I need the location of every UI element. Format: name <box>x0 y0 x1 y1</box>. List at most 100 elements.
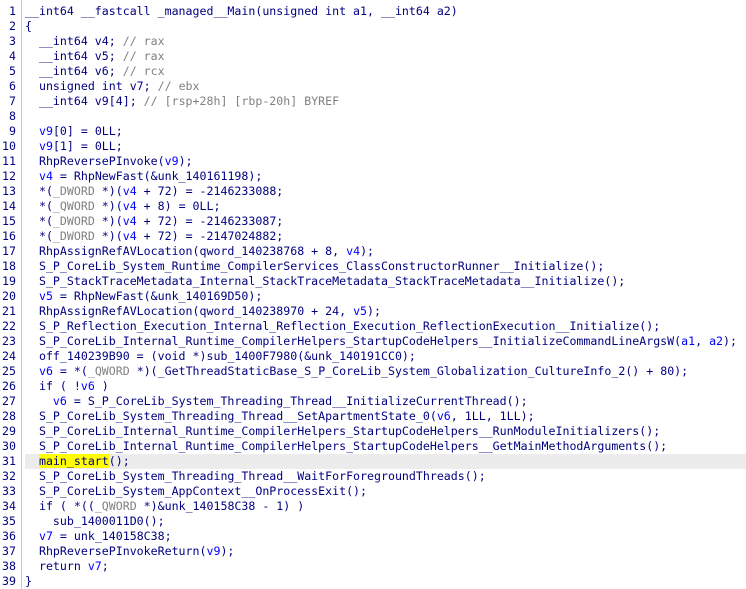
code-line[interactable]: 33 S_P_CoreLib_System_AppContext__OnProc… <box>0 484 746 499</box>
code-text[interactable]: *(_DWORD *)(v4 + 72) = -2146233087; <box>25 214 746 229</box>
code-line[interactable]: 25 v6 = *(_QWORD *)(_GetThreadStaticBase… <box>0 364 746 379</box>
code-token[interactable]: v9 <box>165 154 179 168</box>
code-line[interactable]: 39} <box>0 574 746 589</box>
code-line[interactable]: 36 v7 = unk_140158C38; <box>0 529 746 544</box>
code-line[interactable]: 21 RhpAssignRefAVLocation(qword_14023897… <box>0 304 746 319</box>
code-text[interactable]: S_P_CoreLib_Internal_Runtime_CompilerHel… <box>25 424 746 439</box>
code-token[interactable]: v7 <box>88 559 102 573</box>
code-text[interactable]: RhpReversePInvoke(v9); <box>25 154 746 169</box>
code-line[interactable]: 38 return v7; <box>0 559 746 574</box>
code-line[interactable]: 1 __int64 __fastcall _managed__Main(unsig… <box>0 4 746 19</box>
code-token[interactable]: v9 <box>206 544 220 558</box>
code-line[interactable]: 18 S_P_CoreLib_System_Runtime_CompilerSe… <box>0 259 746 274</box>
code-text[interactable]: v9[0] = 0LL; <box>25 124 746 139</box>
code-line[interactable]: 19 S_P_StackTraceMetadata_Internal_Stack… <box>0 274 746 289</box>
code-token[interactable]: v6 <box>53 394 67 408</box>
code-text[interactable]: S_P_CoreLib_System_AppContext__OnProcess… <box>25 484 746 499</box>
code-line[interactable]: 32 S_P_CoreLib_System_Threading_Thread__… <box>0 469 746 484</box>
code-token[interactable]: v4 <box>123 229 137 243</box>
code-text[interactable]: off_140239B90 = (void *)sub_1400F7980(&u… <box>25 349 746 364</box>
code-text[interactable]: S_P_CoreLib_System_Runtime_CompilerServi… <box>25 259 746 274</box>
code-line[interactable]: 29 S_P_CoreLib_Internal_Runtime_Compiler… <box>0 424 746 439</box>
code-line[interactable]: 22 S_P_Reflection_Execution_Internal_Ref… <box>0 319 746 334</box>
code-token[interactable]: v9 <box>39 139 53 153</box>
code-text[interactable]: } <box>25 574 746 589</box>
code-text[interactable]: __int64 v4; // rax <box>25 34 746 49</box>
code-line[interactable]: 28 S_P_CoreLib_System_Threading_Thread__… <box>0 409 746 424</box>
code-token[interactable]: v5 <box>353 304 367 318</box>
code-line[interactable]: 37 RhpReversePInvokeReturn(v9); <box>0 544 746 559</box>
pseudocode-view[interactable]: 1 __int64 __fastcall _managed__Main(unsig… <box>0 0 746 589</box>
code-text[interactable]: if ( !v6 ) <box>25 379 746 394</box>
code-line[interactable]: 16 *(_DWORD *)(v4 + 72) = -2147024882; <box>0 229 746 244</box>
code-token[interactable]: v4 <box>123 214 137 228</box>
code-line[interactable]: 12 v4 = RhpNewFast(&unk_140161198); <box>0 169 746 184</box>
code-token[interactable]: v7 <box>39 529 53 543</box>
code-text[interactable]: v9[1] = 0LL; <box>25 139 746 154</box>
code-text[interactable] <box>25 109 746 124</box>
code-line[interactable]: 5 __int64 v6; // rcx <box>0 64 746 79</box>
code-text[interactable]: RhpAssignRefAVLocation(qword_140238768 +… <box>25 244 746 259</box>
code-text[interactable]: __int64 v6; // rcx <box>25 64 746 79</box>
code-token[interactable]: v4 <box>346 244 360 258</box>
code-text[interactable]: S_P_CoreLib_System_Threading_Thread__Set… <box>25 409 746 424</box>
code-line[interactable]: 8 <box>0 109 746 124</box>
selected-identifier[interactable]: main_start <box>38 454 109 468</box>
code-text[interactable]: v6 = *(_QWORD *)(_GetThreadStaticBase_S_… <box>25 364 746 379</box>
code-text[interactable]: S_P_Reflection_Execution_Internal_Reflec… <box>25 319 746 334</box>
code-token[interactable]: a1 <box>681 334 695 348</box>
code-line[interactable]: 10 v9[1] = 0LL; <box>0 139 746 154</box>
code-text[interactable]: S_P_StackTraceMetadata_Internal_StackTra… <box>25 274 746 289</box>
code-text[interactable]: *(_QWORD *)(v4 + 8) = 0LL; <box>25 199 746 214</box>
code-line[interactable]: 26 if ( !v6 ) <box>0 379 746 394</box>
code-token[interactable]: v6 <box>81 379 95 393</box>
code-text[interactable]: v6 = S_P_CoreLib_System_Threading_Thread… <box>25 394 746 409</box>
code-text[interactable]: v5 = RhpNewFast(&unk_140169D50); <box>25 289 746 304</box>
code-line[interactable]: 15 *(_DWORD *)(v4 + 72) = -2146233087; <box>0 214 746 229</box>
code-text[interactable]: sub_1400011D0(); <box>25 514 746 529</box>
code-line[interactable]: 17 RhpAssignRefAVLocation(qword_14023876… <box>0 244 746 259</box>
code-text[interactable]: main_start(); <box>25 454 746 469</box>
code-text[interactable]: RhpAssignRefAVLocation(qword_140238970 +… <box>25 304 746 319</box>
code-line[interactable]: 7 __int64 v9[4]; // [rsp+28h] [rbp-20h] … <box>0 94 746 109</box>
code-text[interactable]: S_P_CoreLib_System_Threading_Thread__Wai… <box>25 469 746 484</box>
code-token[interactable]: v6 <box>437 409 451 423</box>
code-line[interactable]: 20 v5 = RhpNewFast(&unk_140169D50); <box>0 289 746 304</box>
code-line[interactable]: 34 if ( *((_QWORD *)&unk_140158C38 - 1) … <box>0 499 746 514</box>
code-text[interactable]: v7 = unk_140158C38; <box>25 529 746 544</box>
code-token[interactable]: v4 <box>123 184 137 198</box>
code-token[interactable]: v5 <box>39 289 53 303</box>
code-line[interactable]: 24 off_140239B90 = (void *)sub_1400F7980… <box>0 349 746 364</box>
code-text[interactable]: S_P_CoreLib_Internal_Runtime_CompilerHel… <box>25 439 746 454</box>
code-line[interactable]: 6 unsigned int v7; // ebx <box>0 79 746 94</box>
code-text[interactable]: __int64 v5; // rax <box>25 49 746 64</box>
code-line[interactable]: 27 v6 = S_P_CoreLib_System_Threading_Thr… <box>0 394 746 409</box>
code-line[interactable]: 11 RhpReversePInvoke(v9); <box>0 154 746 169</box>
code-text[interactable]: *(_DWORD *)(v4 + 72) = -2147024882; <box>25 229 746 244</box>
code-text[interactable]: __int64 v9[4]; // [rsp+28h] [rbp-20h] BY… <box>25 94 746 109</box>
code-token[interactable]: v6 <box>39 364 53 378</box>
code-text[interactable]: *(_DWORD *)(v4 + 72) = -2146233088; <box>25 184 746 199</box>
code-token[interactable]: v9 <box>39 124 53 138</box>
code-text[interactable]: return v7; <box>25 559 746 574</box>
code-line[interactable]: 9 v9[0] = 0LL; <box>0 124 746 139</box>
code-line[interactable]: 14 *(_QWORD *)(v4 + 8) = 0LL; <box>0 199 746 214</box>
code-line[interactable]: 23 S_P_CoreLib_Internal_Runtime_Compiler… <box>0 334 746 349</box>
code-line[interactable]: 13 *(_DWORD *)(v4 + 72) = -2146233088; <box>0 184 746 199</box>
code-text[interactable]: v4 = RhpNewFast(&unk_140161198); <box>25 169 746 184</box>
code-token[interactable]: v4 <box>39 169 53 183</box>
code-text[interactable]: S_P_CoreLib_Internal_Runtime_CompilerHel… <box>25 334 746 349</box>
code-text[interactable]: RhpReversePInvokeReturn(v9); <box>25 544 746 559</box>
code-line[interactable]: 35 sub_1400011D0(); <box>0 514 746 529</box>
code-text[interactable]: __int64 __fastcall _managed__Main(unsign… <box>25 4 746 19</box>
code-token[interactable]: a2 <box>709 334 723 348</box>
code-line[interactable]: 31 main_start(); <box>0 454 746 469</box>
code-text[interactable]: if ( *((_QWORD *)&unk_140158C38 - 1) ) <box>25 499 746 514</box>
code-line[interactable]: 30 S_P_CoreLib_Internal_Runtime_Compiler… <box>0 439 746 454</box>
code-text[interactable]: unsigned int v7; // ebx <box>25 79 746 94</box>
code-line[interactable]: 3 __int64 v4; // rax <box>0 34 746 49</box>
code-line[interactable]: 2{ <box>0 19 746 34</box>
code-token[interactable]: v4 <box>123 199 137 213</box>
code-text[interactable]: { <box>25 19 746 34</box>
code-line[interactable]: 4 __int64 v5; // rax <box>0 49 746 64</box>
